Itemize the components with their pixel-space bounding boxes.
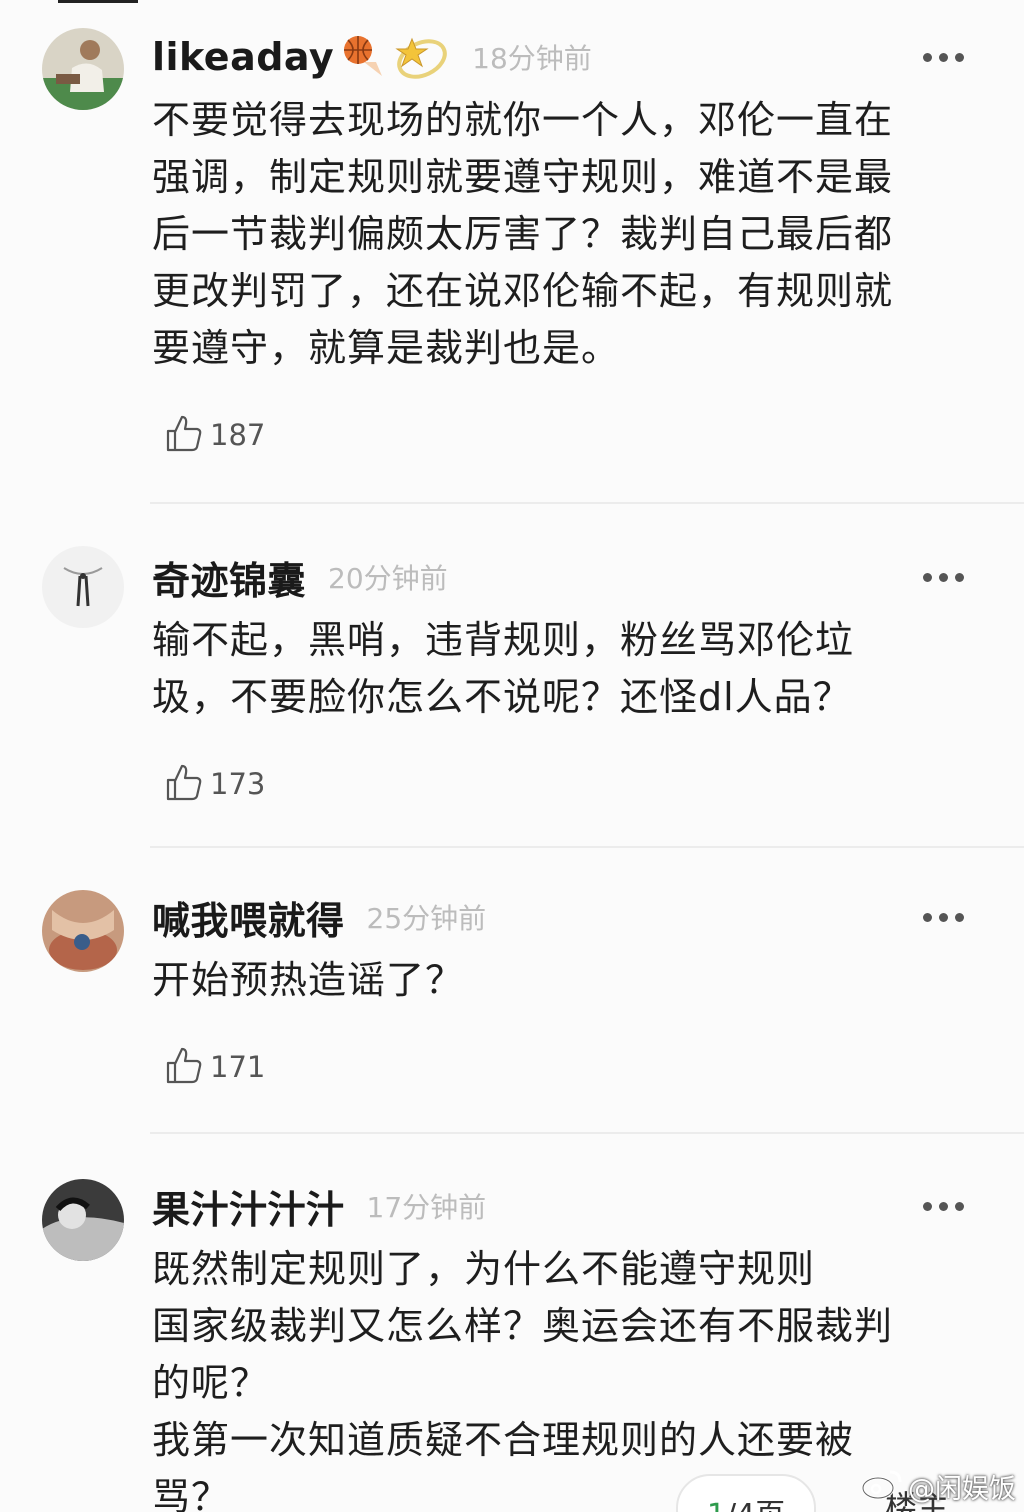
comment-line: 强调，制定规则就要遵守规则，难道不是最: [152, 155, 894, 199]
page-indicator-button[interactable]: 1/4页: [676, 1474, 816, 1512]
page-total: /4: [726, 1498, 755, 1512]
like-count: 173: [210, 767, 266, 801]
shooting-star-icon: [392, 29, 450, 85]
comment-timestamp: 20分钟前: [328, 562, 448, 595]
page-unit: 页: [755, 1498, 785, 1512]
comment-text: 不要觉得去现场的就你一个人，邓伦一直在 强调，制定规则就要遵守规则，难道不是最 …: [152, 92, 984, 377]
like-count: 187: [210, 418, 266, 452]
like-count: 171: [210, 1050, 266, 1084]
comment-item: likeaday 18分钟前 不要觉得去现场的就你一个人，邓伦一直在 强调，制定…: [0, 0, 1024, 502]
comment-line: 更改判罚了，还在说邓伦输不起，有规则就: [152, 269, 894, 313]
username[interactable]: likeaday: [152, 35, 334, 79]
more-options-button[interactable]: [923, 30, 964, 84]
comment-timestamp: 18分钟前: [472, 42, 592, 75]
comment-line: 不要觉得去现场的就你一个人，邓伦一直在: [152, 98, 894, 142]
avatar[interactable]: [42, 28, 124, 110]
page-indicator: 1/4页: [707, 1490, 785, 1512]
comment-timestamp: 17分钟前: [366, 1191, 487, 1224]
comment-text: 输不起，黑哨，违背规则，粉丝骂邓伦垃 圾，不要脸你怎么不说呢？还怪dl人品？: [152, 612, 984, 726]
thumbs-up-icon: [164, 413, 204, 457]
comment-line: 输不起，黑哨，违背规则，粉丝骂邓伦垃: [152, 618, 855, 662]
comment-text: 开始预热造谣了？: [152, 952, 984, 1009]
comment-line: 既然制定规则了，为什么不能遵守规则: [152, 1247, 816, 1291]
thumbs-up-icon: [164, 762, 204, 806]
comment-line: 圾，不要脸你怎么不说呢？还怪dl人品？: [152, 675, 852, 719]
comment-item: 喊我喂就得 25分钟前 开始预热造谣了？ 171: [0, 848, 1024, 1132]
like-button[interactable]: 171: [164, 1045, 984, 1089]
comment-line: 国家级裁判又怎么样？奥运会还有不服裁判: [152, 1304, 894, 1348]
like-button[interactable]: 173: [164, 762, 984, 806]
weibo-icon: [860, 1466, 904, 1507]
comment-line: 我第一次知道质疑不合理规则的人还要被: [152, 1418, 855, 1462]
current-page: 1: [707, 1498, 726, 1512]
more-options-button[interactable]: [923, 550, 964, 604]
username[interactable]: 喊我喂就得: [152, 890, 345, 945]
more-options-button[interactable]: [923, 1179, 964, 1233]
avatar[interactable]: [42, 890, 124, 972]
avatar[interactable]: [42, 546, 124, 628]
avatar[interactable]: [42, 1179, 124, 1261]
comment-line: 要遵守，就算是裁判也是。: [152, 326, 621, 370]
comment-timestamp: 25分钟前: [366, 902, 487, 935]
comment-item: 果汁汁汁汁 17分钟前 既然制定规则了，为什么不能遵守规则 国家级裁判又怎么样？…: [0, 1134, 1024, 1512]
watermark: @闲娱饭: [860, 1466, 1016, 1507]
username[interactable]: 奇迹锦囊: [152, 550, 306, 605]
username[interactable]: 果汁汁汁汁: [152, 1179, 345, 1234]
basketball-icon: [340, 32, 386, 82]
watermark-text: @闲娱饭: [908, 1474, 1016, 1505]
comment-item: 奇迹锦囊 20分钟前 输不起，黑哨，违背规则，粉丝骂邓伦垃 圾，不要脸你怎么不说…: [0, 504, 1024, 846]
like-button[interactable]: 187: [164, 413, 984, 457]
more-options-button[interactable]: [923, 890, 964, 944]
comment-screen: likeaday 18分钟前 不要觉得去现场的就你一个人，邓伦一直在 强调，制定…: [0, 0, 1024, 1512]
comment-line: 开始预热造谣了？: [152, 958, 465, 1002]
comment-line: 后一节裁判偏颇太厉害了？裁判自己最后都: [152, 212, 894, 256]
comment-line: 的呢？: [152, 1361, 270, 1405]
thumbs-up-icon: [164, 1045, 204, 1089]
